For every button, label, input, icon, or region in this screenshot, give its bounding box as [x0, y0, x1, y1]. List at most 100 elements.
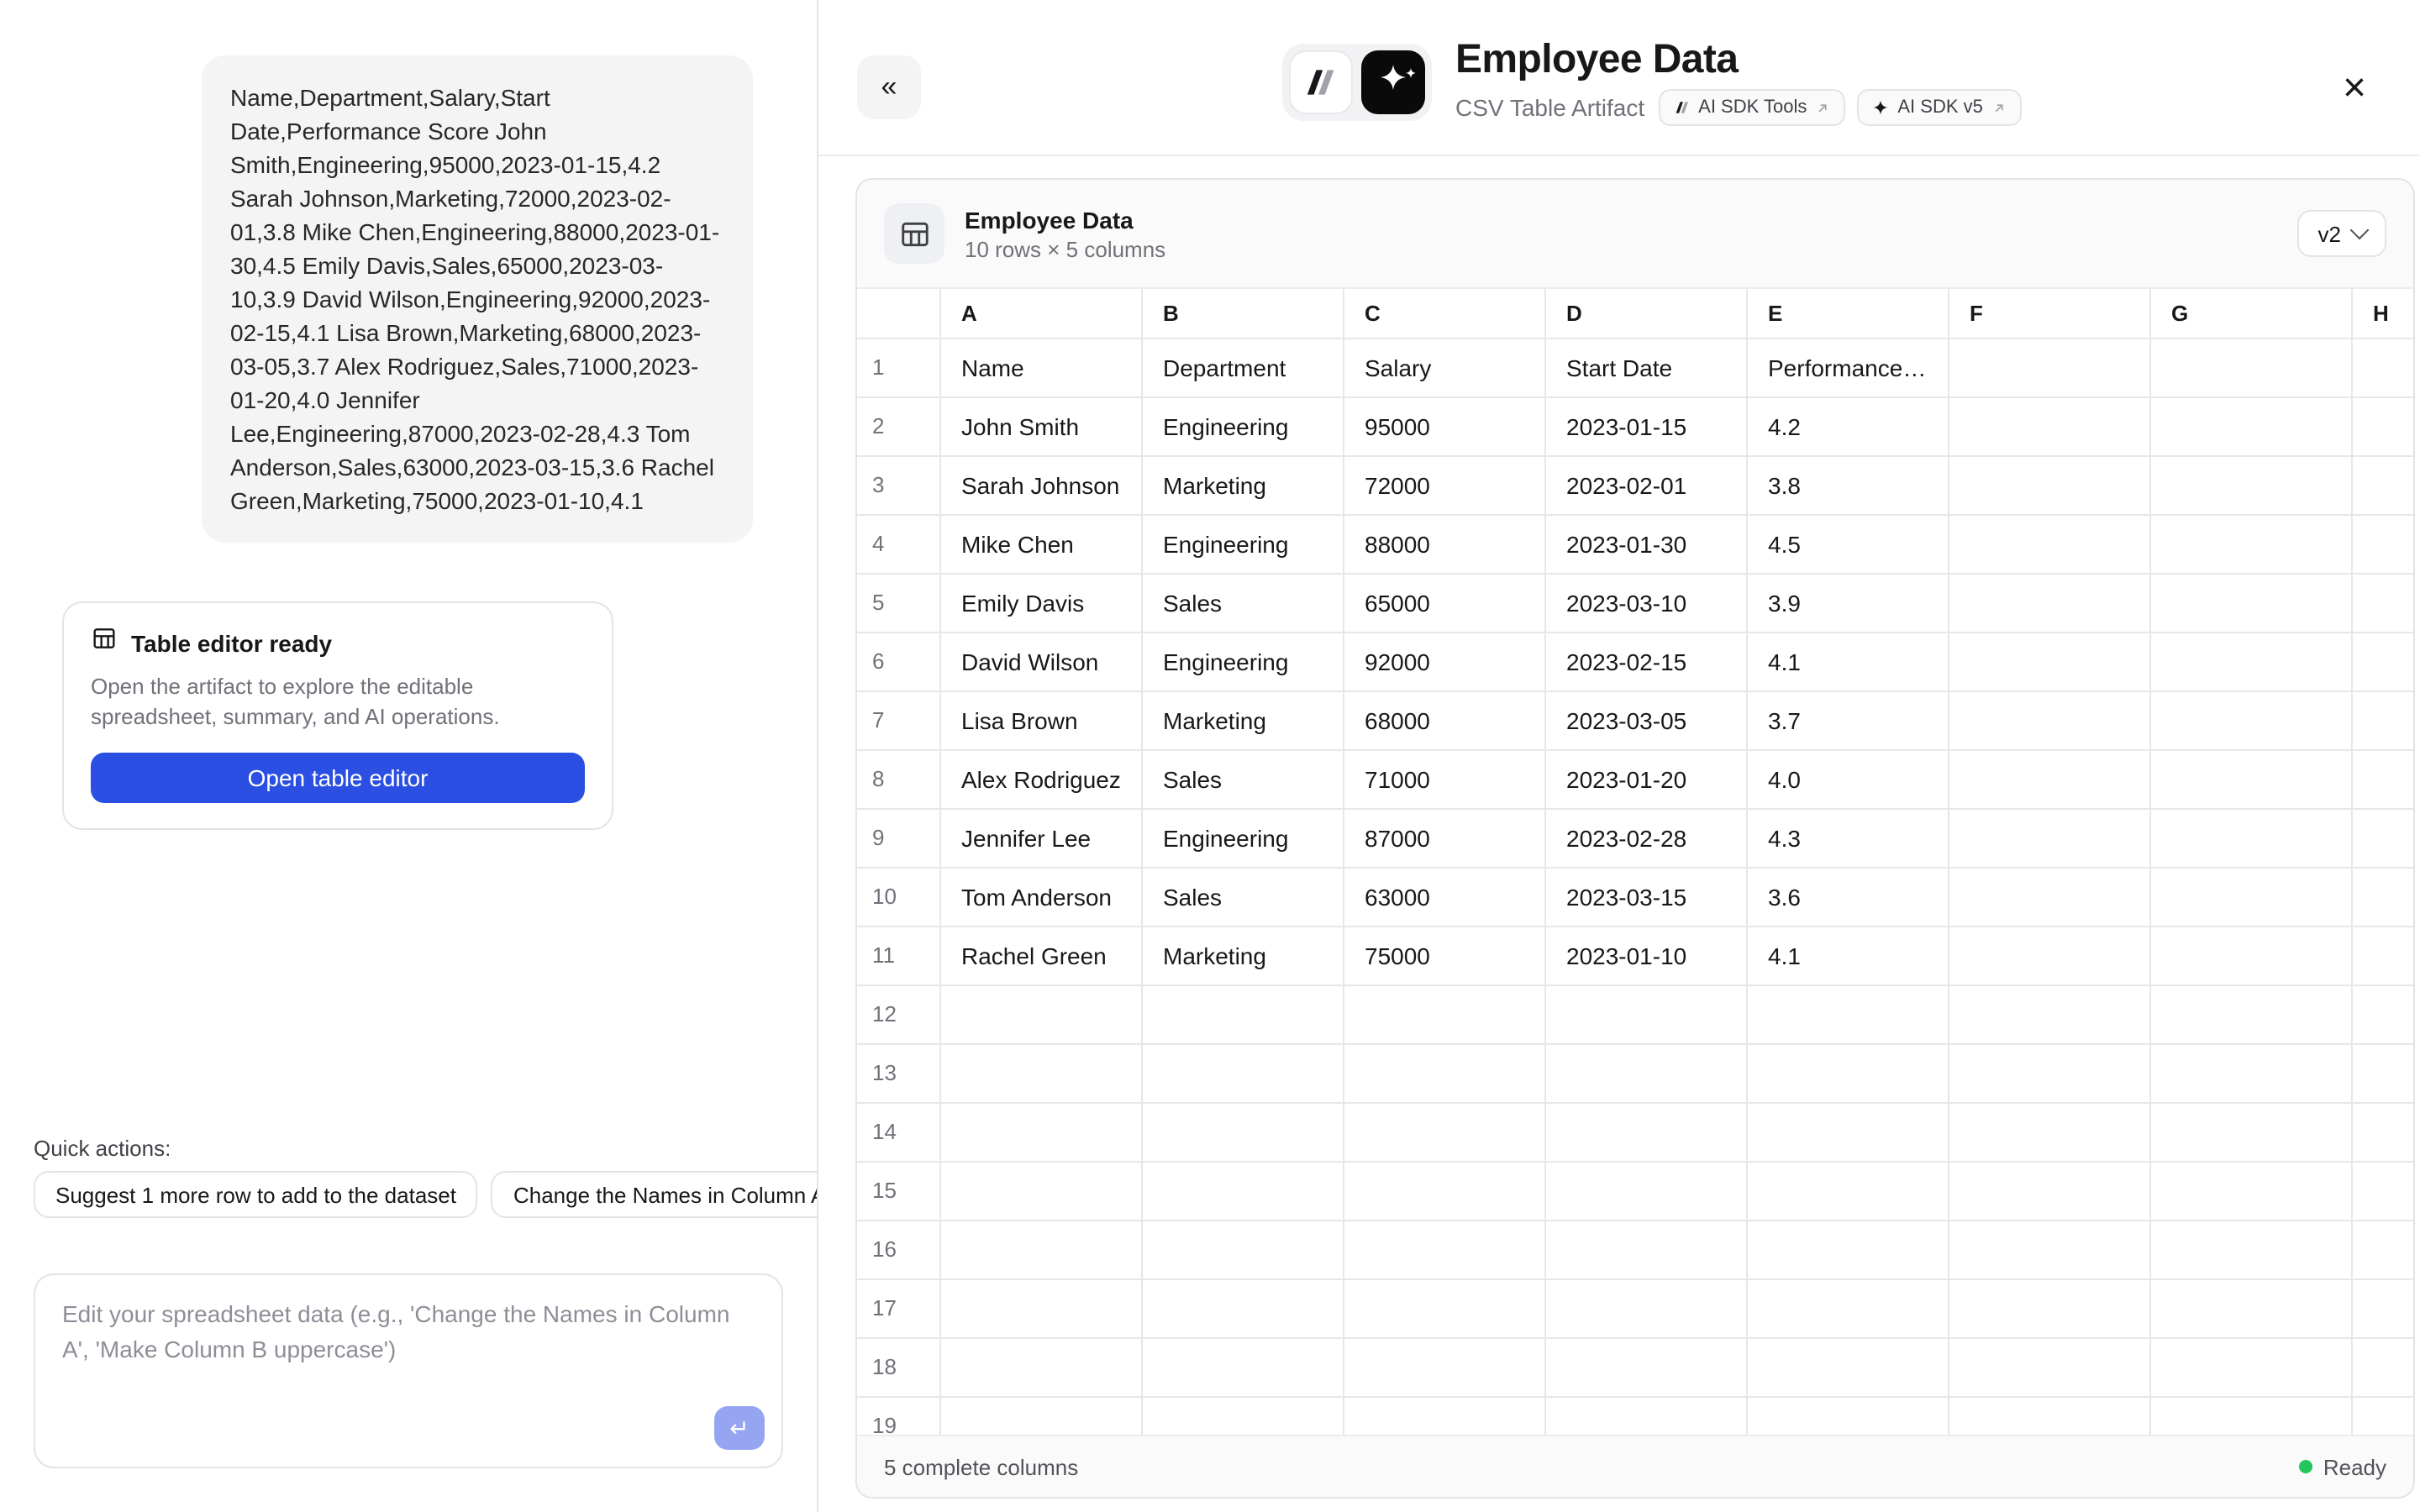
cell-C16[interactable] [1344, 1221, 1546, 1280]
cell-D7[interactable]: 2023-03-05 [1546, 692, 1748, 751]
cell-G19[interactable] [2151, 1398, 2353, 1435]
chat-input[interactable] [35, 1275, 781, 1467]
cell-F13[interactable] [1949, 1045, 2151, 1104]
cell-C5[interactable]: 65000 [1344, 575, 1546, 633]
cell-E9[interactable]: 4.3 [1748, 810, 1949, 869]
cell-B18[interactable] [1143, 1339, 1344, 1398]
row-number[interactable]: 17 [857, 1280, 941, 1339]
cell-H13[interactable] [2353, 1045, 2413, 1104]
cell-F7[interactable] [1949, 692, 2151, 751]
cell-H15[interactable] [2353, 1163, 2413, 1221]
row-number[interactable]: 12 [857, 986, 941, 1045]
cell-A2[interactable]: John Smith [941, 398, 1143, 457]
cell-H5[interactable] [2353, 575, 2413, 633]
cell-E7[interactable]: 3.7 [1748, 692, 1949, 751]
cell-A5[interactable]: Emily Davis [941, 575, 1143, 633]
cell-D17[interactable] [1546, 1280, 1748, 1339]
cell-H3[interactable] [2353, 457, 2413, 516]
row-number[interactable]: 2 [857, 398, 941, 457]
cell-D6[interactable]: 2023-02-15 [1546, 633, 1748, 692]
column-header-H[interactable]: H [2353, 289, 2413, 339]
cell-A18[interactable] [941, 1339, 1143, 1398]
cell-H8[interactable] [2353, 751, 2413, 810]
cell-A12[interactable] [941, 986, 1143, 1045]
row-number[interactable]: 1 [857, 339, 941, 398]
cell-C11[interactable]: 75000 [1344, 927, 1546, 986]
cell-A3[interactable]: Sarah Johnson [941, 457, 1143, 516]
cell-B11[interactable]: Marketing [1143, 927, 1344, 986]
cell-A19[interactable] [941, 1398, 1143, 1435]
cell-G16[interactable] [2151, 1221, 2353, 1280]
cell-G4[interactable] [2151, 516, 2353, 575]
cell-F15[interactable] [1949, 1163, 2151, 1221]
cell-G10[interactable] [2151, 869, 2353, 927]
cell-E18[interactable] [1748, 1339, 1949, 1398]
cell-G14[interactable] [2151, 1104, 2353, 1163]
row-number[interactable]: 14 [857, 1104, 941, 1163]
row-number[interactable]: 8 [857, 751, 941, 810]
cell-G12[interactable] [2151, 986, 2353, 1045]
row-number[interactable]: 9 [857, 810, 941, 869]
cell-F12[interactable] [1949, 986, 2151, 1045]
cell-B10[interactable]: Sales [1143, 869, 1344, 927]
cell-G13[interactable] [2151, 1045, 2353, 1104]
cell-E4[interactable]: 4.5 [1748, 516, 1949, 575]
cell-H18[interactable] [2353, 1339, 2413, 1398]
cell-B1[interactable]: Department [1143, 339, 1344, 398]
cell-G17[interactable] [2151, 1280, 2353, 1339]
row-number[interactable]: 15 [857, 1163, 941, 1221]
cell-G11[interactable] [2151, 927, 2353, 986]
cell-F16[interactable] [1949, 1221, 2151, 1280]
close-button[interactable]: × [2326, 60, 2383, 118]
cell-F4[interactable] [1949, 516, 2151, 575]
cell-F10[interactable] [1949, 869, 2151, 927]
column-header-B[interactable]: B [1143, 289, 1344, 339]
cell-B5[interactable]: Sales [1143, 575, 1344, 633]
cell-A7[interactable]: Lisa Brown [941, 692, 1143, 751]
cell-C8[interactable]: 71000 [1344, 751, 1546, 810]
row-number[interactable]: 7 [857, 692, 941, 751]
cell-C15[interactable] [1344, 1163, 1546, 1221]
row-number[interactable]: 13 [857, 1045, 941, 1104]
cell-C7[interactable]: 68000 [1344, 692, 1546, 751]
cell-A8[interactable]: Alex Rodriguez [941, 751, 1143, 810]
cell-F17[interactable] [1949, 1280, 2151, 1339]
cell-B13[interactable] [1143, 1045, 1344, 1104]
cell-D8[interactable]: 2023-01-20 [1546, 751, 1748, 810]
cell-E16[interactable] [1748, 1221, 1949, 1280]
column-header-D[interactable]: D [1546, 289, 1748, 339]
cell-F6[interactable] [1949, 633, 2151, 692]
cell-G1[interactable] [2151, 339, 2353, 398]
cell-G15[interactable] [2151, 1163, 2353, 1221]
cell-D12[interactable] [1546, 986, 1748, 1045]
cell-H12[interactable] [2353, 986, 2413, 1045]
cell-H7[interactable] [2353, 692, 2413, 751]
cell-A10[interactable]: Tom Anderson [941, 869, 1143, 927]
cell-E6[interactable]: 4.1 [1748, 633, 1949, 692]
cell-A14[interactable] [941, 1104, 1143, 1163]
column-header-G[interactable]: G [2151, 289, 2353, 339]
column-header-F[interactable]: F [1949, 289, 2151, 339]
cell-F2[interactable] [1949, 398, 2151, 457]
cell-D2[interactable]: 2023-01-15 [1546, 398, 1748, 457]
cell-D10[interactable]: 2023-03-15 [1546, 869, 1748, 927]
row-number[interactable]: 11 [857, 927, 941, 986]
cell-E17[interactable] [1748, 1280, 1949, 1339]
cell-C19[interactable] [1344, 1398, 1546, 1435]
cell-B3[interactable]: Marketing [1143, 457, 1344, 516]
version-dropdown[interactable]: v2 [2298, 210, 2386, 257]
cell-C2[interactable]: 95000 [1344, 398, 1546, 457]
cell-C17[interactable] [1344, 1280, 1546, 1339]
cell-B6[interactable]: Engineering [1143, 633, 1344, 692]
cell-A11[interactable]: Rachel Green [941, 927, 1143, 986]
row-number[interactable]: 4 [857, 516, 941, 575]
cell-E14[interactable] [1748, 1104, 1949, 1163]
cell-D14[interactable] [1546, 1104, 1748, 1163]
cell-D13[interactable] [1546, 1045, 1748, 1104]
column-header-A[interactable]: A [941, 289, 1143, 339]
row-number[interactable]: 3 [857, 457, 941, 516]
cell-H16[interactable] [2353, 1221, 2413, 1280]
column-header-E[interactable]: E [1748, 289, 1949, 339]
column-header-C[interactable]: C [1344, 289, 1546, 339]
cell-F14[interactable] [1949, 1104, 2151, 1163]
